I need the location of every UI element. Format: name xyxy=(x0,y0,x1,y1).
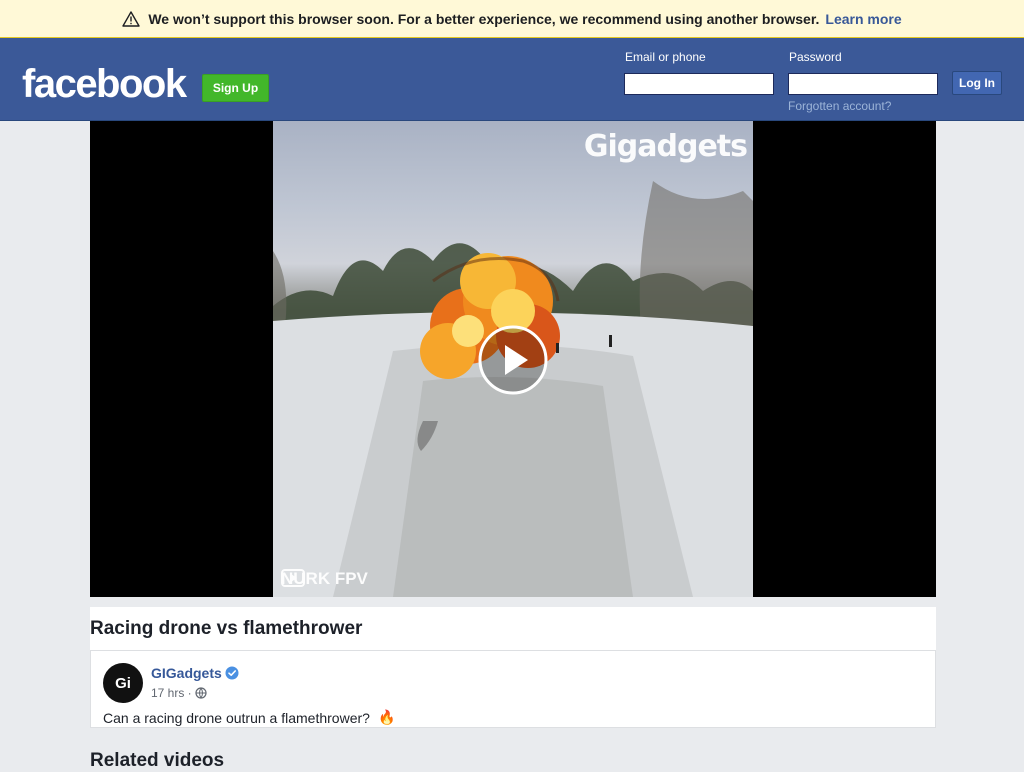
video-channel-icon xyxy=(281,569,305,587)
video-title-card: Racing drone vs flamethrower xyxy=(90,607,936,651)
globe-icon xyxy=(195,687,207,699)
post-meta: 17 hrs · xyxy=(151,686,207,700)
page-avatar[interactable]: Gi xyxy=(103,663,143,703)
facebook-logo[interactable]: facebook xyxy=(22,62,187,106)
post-caption-text: Can a racing drone outrun a flamethrower… xyxy=(103,709,370,726)
sign-up-button[interactable]: Sign Up xyxy=(202,74,269,102)
email-input[interactable] xyxy=(624,73,774,95)
video-title: Racing drone vs flamethrower xyxy=(90,618,363,639)
post-timestamp[interactable]: 17 hrs · xyxy=(151,686,192,700)
gigadgets-watermark: Gigadgets xyxy=(583,129,748,164)
fire-emoji-icon: 🔥 xyxy=(377,709,396,725)
forgotten-account-link[interactable]: Forgotten account? xyxy=(788,99,891,113)
page-name-link[interactable]: GIGadgets xyxy=(151,665,222,681)
password-label: Password xyxy=(789,50,842,64)
verified-badge-icon xyxy=(225,666,239,680)
email-label: Email or phone xyxy=(625,50,706,64)
log-in-button[interactable]: Log In xyxy=(952,71,1002,95)
top-header: facebook Sign Up Email or phone Password… xyxy=(0,38,1024,121)
post-caption: Can a racing drone outrun a flamethrower… xyxy=(103,709,395,726)
related-videos-heading: Related videos xyxy=(90,750,225,771)
learn-more-link[interactable]: Learn more xyxy=(825,11,901,27)
banner-message: We won’t support this browser soon. For … xyxy=(148,10,820,27)
browser-warning-banner: We won’t support this browser soon. For … xyxy=(0,0,1024,38)
post-card: Gi GIGadgets 17 hrs · Can a racing drone… xyxy=(90,651,936,728)
warning-icon xyxy=(122,10,141,27)
play-icon[interactable] xyxy=(478,325,548,395)
channel-watermark: NURK FPV xyxy=(281,569,368,589)
password-input[interactable] xyxy=(788,73,938,95)
video-player[interactable]: Gigadgets NURK FPV xyxy=(90,121,936,597)
